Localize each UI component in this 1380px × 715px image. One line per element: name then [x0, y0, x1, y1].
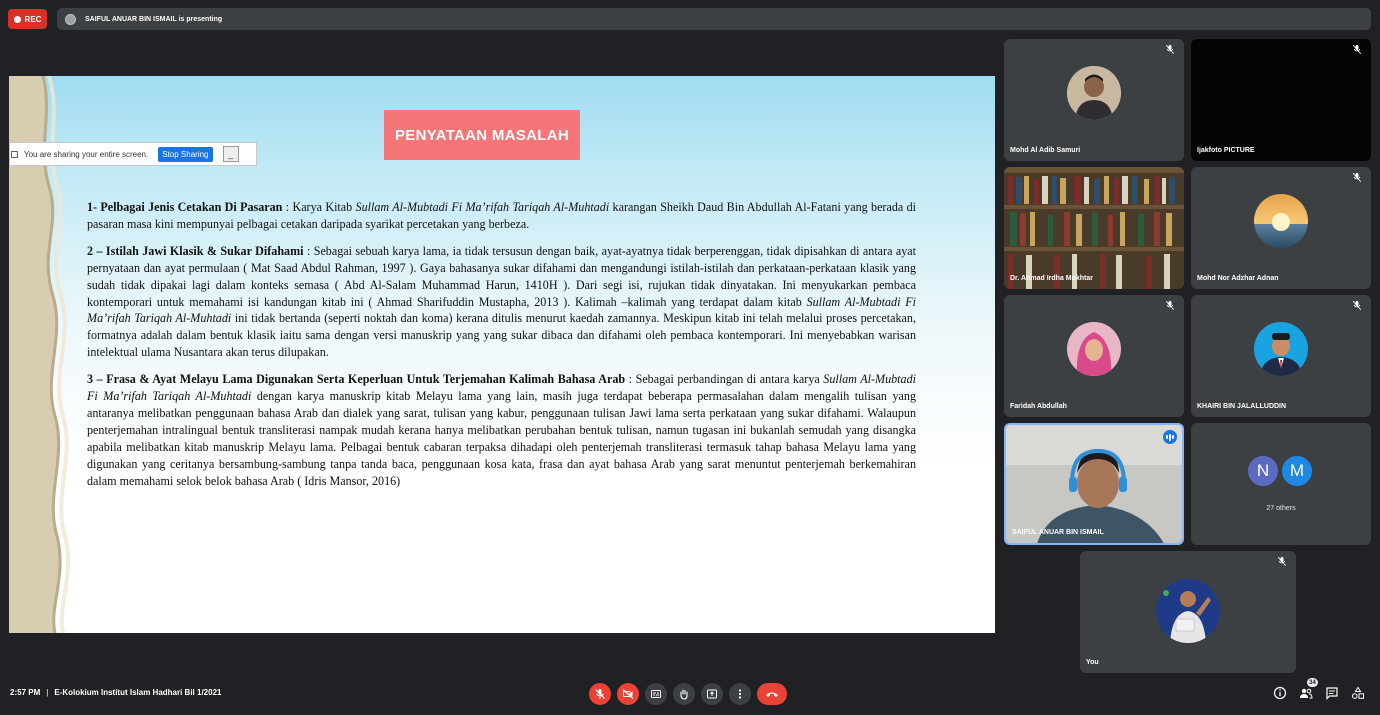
participant-name: Faridah Abdullah: [1010, 403, 1067, 410]
mic-off-icon: [1166, 301, 1174, 310]
others-tile[interactable]: N M 27 others: [1191, 423, 1371, 545]
slide-title: PENYATAAN MASALAH: [384, 110, 580, 160]
more-options-icon: [738, 689, 742, 699]
camera-off-icon: [622, 689, 634, 699]
paragraph-text: dengan karya manuskrip kitab Melayu lama…: [87, 389, 916, 488]
people-icon[interactable]: [1299, 686, 1313, 700]
participant-tile[interactable]: Mohd Nor Adzhar Adnan: [1191, 167, 1371, 289]
shared-screen: PENYATAAN MASALAH You are sharing your e…: [9, 76, 995, 633]
participant-avatar: [1254, 194, 1308, 248]
presenter-avatar: [65, 13, 76, 25]
participant-name: Mohd Al Adib Samuri: [1010, 147, 1081, 154]
slide-paragraph: 2 – Istilah Jawi Klasik & Sukar Difahami…: [87, 243, 916, 361]
others-count-label: 27 others: [1266, 505, 1296, 512]
presenter-banner[interactable]: SAIFUL ANUAR BIN ISMAIL is presenting: [57, 8, 1371, 30]
participant-avatar: [1067, 66, 1121, 120]
stop-sharing-button[interactable]: Stop Sharing: [158, 146, 213, 162]
participant-tile[interactable]: Faridah Abdullah: [1004, 295, 1184, 417]
end-call-icon: [766, 692, 778, 697]
meeting-info: 2:57 PM | E-Kolokium Institut Islam Hadhar…: [10, 688, 222, 697]
activities-icon[interactable]: [1351, 686, 1365, 700]
slide-paragraph: 3 – Frasa & Ayat Melayu Lama Digunakan S…: [87, 371, 916, 489]
presenter-text: SAIFUL ANUAR BIN ISMAIL is presenting: [85, 15, 223, 23]
recording-badge: REC: [8, 9, 47, 29]
captions-button[interactable]: [645, 683, 667, 705]
recording-label: REC: [24, 14, 42, 24]
raise-hand-icon: [680, 689, 688, 700]
speaker-video: [1006, 425, 1182, 543]
participant-avatar: [1254, 322, 1308, 376]
paragraph-text: : Sebagai perbandingan di antara karya: [625, 372, 824, 387]
book-title-text: Sullam Al-Mubtadi Fi Ma’rifah Tariqah Al…: [355, 200, 610, 214]
more-options-button[interactable]: [729, 683, 751, 705]
end-call-button[interactable]: [757, 683, 787, 705]
participant-tile[interactable]: Mohd Al Adib Samuri: [1004, 39, 1184, 161]
participant-avatar: [1067, 322, 1121, 376]
share-notice-text: You are sharing your entire screen.: [24, 149, 149, 159]
info-icon[interactable]: [1273, 686, 1287, 700]
raise-hand-button[interactable]: [673, 683, 695, 705]
paragraph-heading: 3 – Frasa & Ayat Melayu Lama Digunakan S…: [87, 372, 626, 387]
slide-paragraph: 1- Pelbagai Jenis Cetakan Di Pasaran : K…: [87, 199, 916, 233]
participant-tile[interactable]: KHAIRI BIN JALALLUDDIN: [1191, 295, 1371, 417]
mic-off-icon: [1166, 45, 1174, 54]
paragraph-heading: 2 – Istilah Jawi Klasik & Sukar Difahami: [87, 243, 304, 258]
bookshelf-video: [1004, 167, 1184, 289]
present-button[interactable]: [701, 683, 723, 705]
participant-avatar: [1156, 579, 1220, 643]
self-tile[interactable]: You: [1080, 551, 1296, 673]
mic-off-icon: [1353, 301, 1361, 310]
participant-count-badge: 34: [1307, 678, 1318, 687]
speaking-indicator-icon: [1163, 430, 1177, 444]
clock-time: 2:57 PM: [10, 688, 41, 697]
mic-toggle-button[interactable]: [589, 683, 611, 705]
bottom-control-bar: 2:57 PM | E-Kolokium Institut Islam Hadhar…: [0, 672, 1380, 715]
paragraph-text: : Karya Kitab: [282, 200, 356, 214]
record-dot-icon: [13, 15, 21, 23]
camera-toggle-button[interactable]: [617, 683, 639, 705]
other-initial: M: [1280, 454, 1314, 488]
participant-tile-active-speaker[interactable]: SAIFUL ANUAR BIN ISMAIL: [1004, 423, 1184, 545]
slide-body: 1- Pelbagai Jenis Cetakan Di Pasaran : K…: [87, 199, 916, 500]
mic-off-icon: [1353, 45, 1361, 54]
other-initial: N: [1246, 454, 1280, 488]
mic-off-icon: [1278, 557, 1286, 566]
top-bar: REC SAIFUL ANUAR BIN ISMAIL is presentin…: [0, 0, 1380, 36]
participant-tile[interactable]: Dr. Ahmad Irdha Mokhtar: [1004, 167, 1184, 289]
participant-name: SAIFUL ANUAR BIN ISMAIL: [1012, 529, 1104, 536]
captions-icon: [651, 690, 661, 698]
participant-name: KHAIRI BIN JALALLUDDIN: [1197, 403, 1287, 410]
participant-name: Ijakfoto PICTURE: [1197, 147, 1255, 154]
meeting-title: E-Kolokium Institut Islam Hadhari Bil 1/…: [54, 688, 222, 697]
participant-name: Dr. Ahmad Irdha Mokhtar: [1010, 275, 1093, 282]
participant-tile[interactable]: Ijakfoto PICTURE: [1191, 39, 1371, 161]
mic-off-icon: [1353, 173, 1361, 182]
participant-name: You: [1086, 659, 1099, 666]
screen-share-notice: You are sharing your entire screen. Stop…: [9, 142, 257, 166]
paragraph-heading: 1- Pelbagai Jenis Cetakan Di Pasaran: [87, 200, 283, 214]
share-indicator-icon: [11, 150, 18, 158]
participant-name: Mohd Nor Adzhar Adnan: [1197, 275, 1279, 282]
hide-notice-button[interactable]: _: [222, 146, 239, 162]
present-icon: [707, 689, 717, 699]
chat-icon[interactable]: [1325, 686, 1339, 700]
mic-off-icon: [595, 689, 605, 699]
